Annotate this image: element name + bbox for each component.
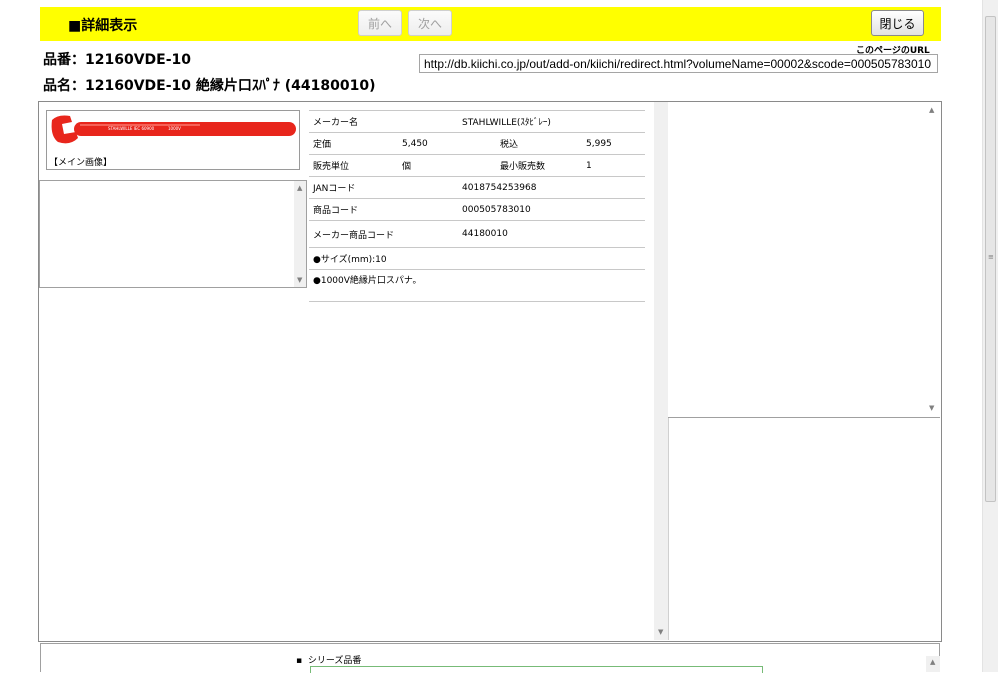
svg-text:STAHLWILLE IEC 60900: STAHLWILLE IEC 60900 — [108, 126, 155, 131]
series-label: ▪ シリーズ品番 — [296, 656, 362, 666]
sub-frame-scrollbar[interactable]: ▲ ▼ — [294, 181, 306, 287]
series-label-text: シリーズ品番 — [307, 656, 362, 666]
spec-table: メーカー名 STAHLWILLE(ｽﾀﾋﾞﾚｰ) 定価 5,450 税込 5,9… — [309, 110, 645, 302]
unit-label: 販売単位 — [309, 154, 399, 177]
wrench-image: STAHLWILLE IEC 60900 1000V — [51, 115, 296, 144]
series-scrollbar[interactable]: ▲ — [926, 656, 940, 672]
taxin-label: 税込 — [458, 132, 583, 155]
image-caption: 【メイン画像】 — [49, 158, 113, 168]
sub-image-frame: ▲ ▼ — [39, 180, 307, 288]
header-bar: ■詳細表示 — [40, 7, 941, 41]
main-image-box: STAHLWILLE IEC 60900 1000V 【メイン画像】 — [46, 110, 300, 170]
maker-value: STAHLWILLE(ｽﾀﾋﾞﾚｰ) — [398, 110, 645, 133]
code-label: 商品コード — [309, 198, 399, 221]
right-lower-frame — [668, 418, 941, 640]
table-row: 定価 5,450 税込 5,995 — [309, 132, 645, 155]
right-frame: ▲ ▼ — [668, 102, 940, 418]
page-scroll-thumb[interactable]: ≡ — [985, 16, 996, 502]
makercode-label: メーカー商品コード — [309, 220, 399, 248]
table-row: ●1000V絶縁片口スパナ。 — [309, 269, 645, 302]
unit-value: 個 — [398, 154, 459, 177]
table-row: JANコード 4018754253968 — [309, 176, 645, 199]
scroll-down-icon[interactable]: ▼ — [658, 629, 663, 636]
jan-label: JANコード — [309, 176, 399, 199]
minqty-label: 最小販売数 — [458, 154, 583, 177]
table-row: メーカー名 STAHLWILLE(ｽﾀﾋﾞﾚｰ) — [309, 110, 645, 133]
table-row: ●サイズ(mm):10 — [309, 247, 645, 270]
scroll-up-icon[interactable]: ▲ — [297, 185, 302, 192]
table-row: メーカー商品コード 44180010 — [309, 220, 645, 248]
detail-scrollbar[interactable]: ▼ — [654, 102, 668, 640]
product-number: 品番：12160VDE-10 — [43, 52, 192, 68]
svg-text:1000V: 1000V — [168, 126, 181, 131]
feature-size: ●サイズ(mm):10 — [309, 247, 645, 270]
code-value: 000505783010 — [398, 198, 645, 221]
makercode-value: 44180010 — [398, 220, 645, 248]
minqty-value: 1 — [582, 154, 645, 177]
table-row: 販売単位 個 最小販売数 1 — [309, 154, 645, 177]
close-button[interactable]: 閉じる — [871, 10, 924, 36]
page-url-field[interactable]: http://db.kiichi.co.jp/out/add-on/kiichi… — [419, 54, 938, 73]
jan-value: 4018754253968 — [398, 176, 645, 199]
scroll-up-icon[interactable]: ▲ — [929, 107, 934, 114]
taxin-value: 5,995 — [582, 132, 645, 155]
page-scrollbar[interactable]: ≡ — [982, 0, 998, 672]
feature-desc: ●1000V絶縁片口スパナ。 — [309, 269, 645, 302]
page-title: ■詳細表示 — [68, 18, 138, 34]
scroll-down-icon[interactable]: ▼ — [297, 277, 302, 284]
price-label: 定価 — [309, 132, 399, 155]
scroll-up-icon[interactable]: ▲ — [930, 659, 935, 666]
table-row: 商品コード 000505783010 — [309, 198, 645, 221]
price-value: 5,450 — [398, 132, 459, 155]
product-name: 品名：12160VDE-10 絶縁片口ｽﾊﾟﾅ (44180010) — [43, 78, 376, 94]
scroll-down-icon[interactable]: ▼ — [929, 405, 934, 412]
grip-icon: ≡ — [988, 253, 994, 261]
prev-button[interactable]: 前へ — [358, 10, 402, 36]
maker-label: メーカー名 — [309, 110, 399, 133]
next-button[interactable]: 次へ — [408, 10, 452, 36]
